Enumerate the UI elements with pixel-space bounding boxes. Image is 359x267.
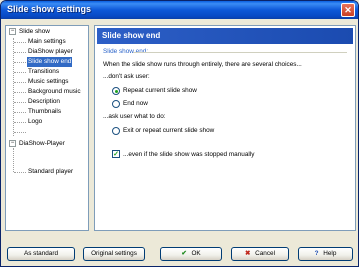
check-stopped-manually-label[interactable]: ...even if the slide show was stopped ma… <box>123 151 254 158</box>
as-standard-button[interactable]: As standard <box>7 247 75 261</box>
radio-repeat[interactable] <box>112 87 120 95</box>
intro-text: When the slide show runs through entirel… <box>103 61 302 68</box>
tree-item-transitions[interactable]: Transitions <box>28 67 59 77</box>
radio-end-now-label[interactable]: End now <box>123 100 148 107</box>
collapse-diashow-player-icon[interactable]: − <box>9 140 16 147</box>
tree-item-background-music[interactable]: Background music <box>28 87 81 97</box>
dialog-window: Slide show settings ✕ − Slide show Main … <box>0 0 359 267</box>
window-title: Slide show settings <box>7 4 92 14</box>
check-icon: ✔ <box>181 250 187 257</box>
radio-exit-or-repeat[interactable] <box>112 127 120 135</box>
help-button[interactable]: ? Help <box>298 247 353 261</box>
section-dont-ask: ...don't ask user: <box>103 73 150 80</box>
tree-item-thumbnails[interactable]: Thumbnails <box>28 107 61 117</box>
cancel-label: Cancel <box>255 250 276 257</box>
collapse-slide-show-icon[interactable]: − <box>9 28 16 35</box>
original-settings-label: Original settings <box>91 250 137 257</box>
group-divider <box>133 52 347 53</box>
section-ask-user: ...ask user what to do: <box>103 113 166 120</box>
as-standard-label: As standard <box>23 250 59 257</box>
radio-repeat-label[interactable]: Repeat current slide show <box>123 87 197 94</box>
panel-header: Slide show end <box>97 28 353 44</box>
settings-tree: − Slide show Main settings DiaShow playe… <box>5 25 89 231</box>
close-button[interactable]: ✕ <box>341 3 355 17</box>
tree-item-description[interactable]: Description <box>28 97 60 107</box>
cancel-button[interactable]: ✖ Cancel <box>231 247 289 261</box>
ok-label: OK <box>191 250 201 257</box>
tree-item-main-settings[interactable]: Main settings <box>28 37 66 47</box>
tree-item-standard-player[interactable]: Standard player <box>28 167 73 177</box>
help-icon: ? <box>314 250 319 257</box>
tree-item-slide-show[interactable]: Slide show <box>19 27 50 37</box>
title-bar[interactable]: Slide show settings ✕ <box>1 1 358 19</box>
tree-item-diashow-player-root[interactable]: DiaShow-Player <box>19 139 65 149</box>
close-icon: ✕ <box>344 5 352 15</box>
cancel-icon: ✖ <box>244 250 251 257</box>
radio-end-now[interactable] <box>112 100 120 108</box>
ok-button[interactable]: ✔ OK <box>160 247 222 261</box>
tree-item-music-settings[interactable]: Music settings <box>28 77 69 87</box>
tree-item-diashow-player[interactable]: DiaShow player <box>28 47 73 57</box>
tree-item-slide-show-end[interactable]: Slide show end <box>27 57 73 67</box>
settings-panel: Slide show end Slide show end: When the … <box>94 25 356 231</box>
tree-item-logo[interactable]: Logo <box>28 117 42 127</box>
check-stopped-manually[interactable]: ✓ <box>112 150 120 158</box>
radio-exit-or-repeat-label[interactable]: Exit or repeat current slide show <box>123 127 214 134</box>
original-settings-button[interactable]: Original settings <box>83 247 145 261</box>
help-label: Help <box>323 250 337 257</box>
